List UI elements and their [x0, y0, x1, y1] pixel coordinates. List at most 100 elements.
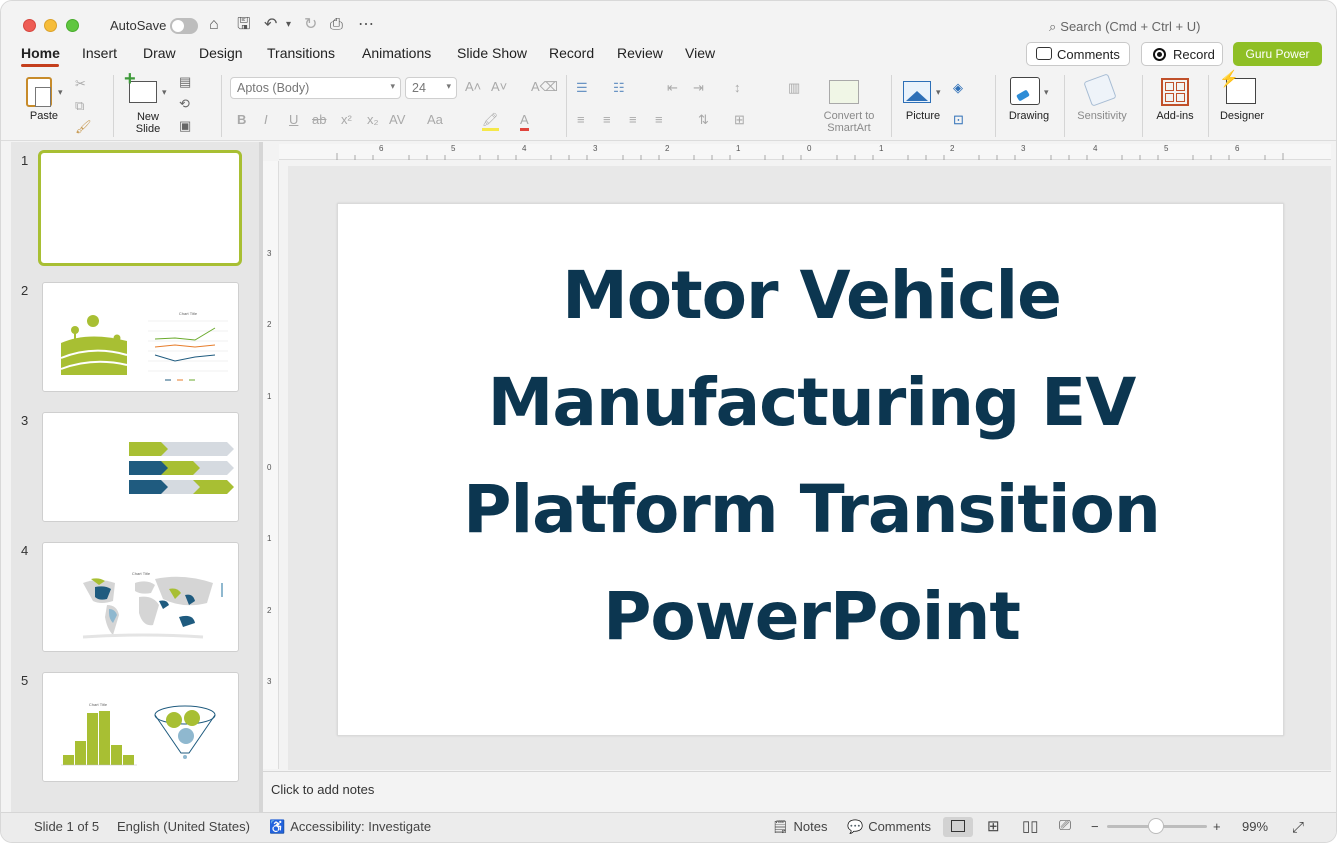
cut-icon[interactable]: ✂ [75, 77, 86, 91]
new-slide-icon[interactable] [124, 68, 157, 103]
align-right-icon[interactable]: ≡ [629, 113, 637, 127]
text-direction-icon[interactable]: ⇅ [698, 113, 709, 127]
drawing-icon[interactable] [1010, 77, 1040, 105]
picture-dropdown-icon[interactable]: ▾ [936, 85, 941, 99]
current-slide[interactable]: Motor Vehicle Manufacturing EV Platform … [337, 203, 1284, 736]
columns-icon[interactable]: ▥ [788, 81, 800, 95]
more-options-icon[interactable]: ⋯ [358, 15, 374, 35]
font-color-icon[interactable]: A [520, 113, 529, 131]
redo-icon[interactable]: ↻ [304, 15, 317, 35]
app-window: AutoSave ⌂ 🖫 ↶ ▾ ↻ ⎙ ⋯ ⌕ Search (Cmd + Ct… [0, 0, 1337, 843]
clear-formatting-icon[interactable]: A⌫ [531, 80, 558, 94]
minimize-window-button[interactable] [44, 19, 57, 32]
notes-pane[interactable]: Click to add notes [263, 771, 1331, 811]
new-slide-dropdown-icon[interactable]: ▾ [162, 85, 167, 99]
tab-slide-show[interactable]: Slide Show [457, 45, 527, 61]
guru-power-button[interactable]: Guru Power [1233, 42, 1322, 66]
slide-title-textbox[interactable]: Motor Vehicle Manufacturing EV Platform … [398, 242, 1225, 670]
tab-insert[interactable]: Insert [82, 45, 117, 61]
shapes-icon[interactable]: ◈ [953, 81, 963, 95]
close-window-button[interactable] [23, 19, 36, 32]
accessibility-status[interactable]: ♿ Accessibility: Investigate [269, 819, 431, 835]
align-text-icon[interactable]: ⊞ [734, 113, 745, 127]
justify-icon[interactable]: ≡ [655, 113, 663, 127]
zoom-in-button[interactable]: + [1213, 819, 1221, 834]
picture-icon[interactable] [903, 81, 931, 103]
search-icon: ⌕ [1049, 19, 1057, 34]
slide-thumbnail-2[interactable]: Chart Title [42, 282, 239, 392]
reading-view-button[interactable]: ▯▯ [1015, 817, 1045, 837]
funnel-graphic [154, 705, 216, 759]
align-left-icon[interactable]: ≡ [577, 113, 585, 127]
tab-view[interactable]: View [685, 45, 715, 61]
zoom-slider-thumb[interactable] [1148, 818, 1164, 834]
undo-dropdown-icon[interactable]: ▾ [286, 15, 291, 35]
fit-to-window-icon[interactable]: ⤢ [1292, 819, 1304, 836]
tab-transitions[interactable]: Transitions [267, 45, 335, 61]
font-name-select[interactable]: Aptos (Body) ▾ [230, 77, 401, 99]
textbox-icon[interactable]: ⊡ [953, 113, 964, 127]
save-as-icon[interactable]: ⎙ [330, 15, 343, 35]
comments-button[interactable]: Comments [1026, 42, 1130, 66]
subscript-button[interactable]: x₂ [367, 113, 379, 127]
slide-thumbnail-3[interactable] [42, 412, 239, 522]
ribbon-divider [113, 75, 114, 137]
section-icon[interactable]: ▣ [179, 119, 191, 133]
slide-sorter-button[interactable]: ⊞ [980, 817, 1010, 837]
slide-thumbnail-5[interactable]: Chart Title [42, 672, 239, 782]
bold-button[interactable]: B [237, 113, 246, 127]
ribbon-divider [995, 75, 996, 137]
tab-home[interactable]: Home [21, 45, 60, 61]
decrease-font-icon[interactable]: A˅ [491, 80, 507, 94]
font-size-select[interactable]: 24 ▾ [405, 77, 457, 99]
align-center-icon[interactable]: ≡ [603, 113, 611, 127]
search-field[interactable]: ⌕ Search (Cmd + Ctrl + U) [1049, 19, 1200, 35]
designer-icon[interactable] [1219, 69, 1256, 104]
add-ins-icon[interactable] [1161, 78, 1189, 106]
normal-view-button[interactable] [943, 817, 973, 837]
character-spacing-button[interactable]: AV [389, 113, 405, 127]
layout-icon[interactable]: ▤ [179, 75, 191, 89]
paste-dropdown-icon[interactable]: ▾ [58, 85, 63, 99]
format-painter-icon[interactable]: 🖌 [75, 120, 92, 134]
zoom-window-button[interactable] [66, 19, 79, 32]
zoom-out-button[interactable]: − [1091, 819, 1099, 834]
home-icon[interactable]: ⌂ [209, 15, 219, 35]
comments-toggle-button[interactable]: 💬 Comments [847, 819, 931, 835]
change-case-button[interactable]: Aa [427, 113, 443, 127]
tab-review[interactable]: Review [617, 45, 663, 61]
tab-draw[interactable]: Draw [143, 45, 176, 61]
line-spacing-icon[interactable]: ↕ [734, 81, 741, 95]
bullets-icon[interactable]: ☰ [576, 81, 588, 95]
zoom-level[interactable]: 99% [1242, 819, 1268, 834]
highlight-icon[interactable]: 🖍 [482, 113, 499, 131]
increase-font-icon[interactable]: A˄ [465, 80, 481, 94]
increase-indent-icon[interactable]: ⇥ [693, 81, 704, 95]
undo-icon[interactable]: ↶ [264, 15, 277, 35]
paste-icon[interactable] [26, 77, 52, 107]
slide-thumbnail-1[interactable] [38, 150, 242, 266]
save-icon[interactable]: 🖫 [237, 15, 251, 35]
smartart-icon[interactable] [829, 80, 859, 104]
numbering-icon[interactable]: ☷ [613, 81, 625, 95]
tab-animations[interactable]: Animations [362, 45, 431, 61]
decrease-indent-icon[interactable]: ⇤ [667, 81, 678, 95]
slide-thumbnail-4[interactable]: Chart Title [42, 542, 239, 652]
superscript-button[interactable]: x² [341, 113, 352, 127]
ruler-number: 1 [267, 534, 272, 543]
reset-icon[interactable]: ⟲ [179, 97, 190, 111]
tab-record[interactable]: Record [549, 45, 594, 61]
strikethrough-button[interactable]: ab [312, 113, 326, 127]
language-indicator[interactable]: English (United States) [117, 819, 250, 834]
slide-show-button[interactable]: ⎚ [1052, 817, 1082, 837]
tab-design[interactable]: Design [199, 45, 243, 61]
notes-toggle-button[interactable]: 🗒 Notes [772, 819, 827, 835]
ruler-number: 2 [267, 606, 272, 615]
record-button[interactable]: Record [1141, 42, 1223, 66]
underline-button[interactable]: U [289, 113, 298, 127]
italic-button[interactable]: I [264, 113, 268, 127]
sensitivity-icon[interactable] [1083, 73, 1117, 107]
copy-icon[interactable]: ⧉ [75, 99, 84, 113]
autosave-toggle[interactable] [170, 18, 198, 34]
drawing-dropdown-icon[interactable]: ▾ [1044, 85, 1049, 99]
